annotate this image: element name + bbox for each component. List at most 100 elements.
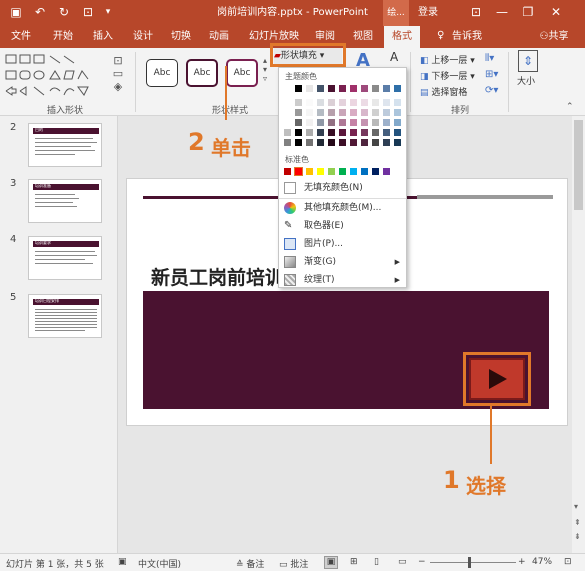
theme-color-swatch[interactable]	[393, 118, 402, 127]
more-fill-colors-item[interactable]: 其他填充颜色(M)...	[279, 199, 406, 217]
minimize-icon[interactable]: —	[494, 4, 510, 20]
theme-color-swatch[interactable]	[393, 128, 402, 137]
theme-color-swatch[interactable]	[360, 138, 369, 147]
shape-style-1[interactable]: Abc	[146, 59, 178, 87]
tab-design[interactable]: 设计	[128, 26, 158, 48]
theme-color-swatch[interactable]	[316, 84, 325, 93]
theme-color-swatch[interactable]	[393, 138, 402, 147]
theme-color-swatch[interactable]	[327, 98, 336, 107]
theme-color-swatch[interactable]	[294, 98, 303, 107]
theme-color-swatch[interactable]	[327, 128, 336, 137]
theme-color-swatch[interactable]	[327, 138, 336, 147]
theme-color-swatch[interactable]	[371, 118, 380, 127]
theme-color-swatch[interactable]	[393, 108, 402, 117]
slide-thumbnail-2[interactable]: 目的	[28, 123, 102, 167]
restore-icon[interactable]: ❐	[520, 4, 536, 20]
theme-color-swatch[interactable]	[382, 128, 391, 137]
tab-format[interactable]: 格式	[384, 26, 420, 48]
close-icon[interactable]: ✕	[548, 4, 564, 20]
theme-color-swatch[interactable]	[305, 108, 314, 117]
zoom-slider-track[interactable]	[430, 562, 516, 563]
language-indicator[interactable]: 中文(中国)	[138, 557, 181, 570]
theme-color-swatch[interactable]	[371, 98, 380, 107]
theme-color-swatch[interactable]	[316, 118, 325, 127]
theme-color-swatch[interactable]	[393, 98, 402, 107]
share-button[interactable]: ⚇共享	[530, 29, 578, 45]
standard-color-swatch[interactable]	[294, 167, 303, 176]
theme-color-swatch[interactable]	[360, 84, 369, 93]
tab-file[interactable]: 文件	[6, 26, 36, 48]
slide-thumbnail-4[interactable]: 培训要求	[28, 236, 102, 280]
tab-view[interactable]: 视图	[348, 26, 378, 48]
shapes-gallery[interactable]	[4, 52, 100, 100]
save-icon[interactable]: ▣	[8, 4, 24, 20]
texture-fill-item[interactable]: 纹理(T) ▶	[279, 271, 406, 289]
theme-color-swatch[interactable]	[371, 138, 380, 147]
eyedropper-item[interactable]: ✎ 取色器(E)	[279, 217, 406, 235]
theme-color-swatch[interactable]	[349, 108, 358, 117]
group-icon[interactable]: ⊞▾	[485, 69, 498, 80]
theme-color-swatch[interactable]	[338, 84, 347, 93]
shape-style-3[interactable]: Abc	[226, 59, 258, 87]
send-backward-button[interactable]: ◨ 下移一层 ▾	[420, 69, 475, 82]
theme-color-swatch[interactable]	[327, 118, 336, 127]
theme-color-swatch[interactable]	[338, 98, 347, 107]
theme-color-swatch[interactable]	[338, 118, 347, 127]
prev-slide-icon[interactable]: ⇞	[574, 518, 581, 527]
theme-color-swatch[interactable]	[338, 128, 347, 137]
ribbon-display-icon[interactable]: ⊡	[468, 4, 484, 20]
login-link[interactable]: 登录	[418, 0, 438, 26]
theme-color-swatch[interactable]	[305, 118, 314, 127]
theme-color-swatch[interactable]	[382, 108, 391, 117]
tab-transitions[interactable]: 切换	[166, 26, 196, 48]
theme-color-swatch[interactable]	[294, 84, 303, 93]
tab-insert[interactable]: 插入	[88, 26, 118, 48]
theme-color-swatch[interactable]	[294, 138, 303, 147]
standard-color-swatch[interactable]	[360, 167, 369, 176]
zoom-in-icon[interactable]: +	[518, 557, 526, 567]
gradient-fill-item[interactable]: 渐变(G) ▶	[279, 253, 406, 271]
theme-color-swatch[interactable]	[283, 98, 292, 107]
vertical-scrollbar[interactable]: ▾ ⇞ ⇟	[572, 116, 585, 553]
theme-color-swatch[interactable]	[338, 138, 347, 147]
standard-color-swatch[interactable]	[283, 167, 292, 176]
theme-color-swatch[interactable]	[382, 98, 391, 107]
tab-home[interactable]: 开始	[48, 26, 78, 48]
standard-color-swatch[interactable]	[382, 167, 391, 176]
theme-color-swatch[interactable]	[371, 108, 380, 117]
theme-color-swatch[interactable]	[349, 118, 358, 127]
shape-style-2[interactable]: Abc	[186, 59, 218, 87]
zoom-slider-thumb[interactable]	[468, 557, 471, 568]
collapse-ribbon-icon[interactable]: ⌃	[566, 102, 574, 112]
slideshow-view-icon[interactable]: ▭	[398, 557, 407, 567]
notes-button[interactable]: ≙ 备注	[236, 557, 264, 570]
theme-color-swatch[interactable]	[283, 108, 292, 117]
slide-sorter-icon[interactable]: ⊞	[350, 557, 358, 567]
theme-color-swatch[interactable]	[360, 118, 369, 127]
theme-color-swatch[interactable]	[371, 84, 380, 93]
gallery-more-icon[interactable]: ▴ ▾ ▿	[263, 56, 267, 83]
redo-icon[interactable]: ↻	[56, 4, 72, 20]
slide-title[interactable]: 新员工岗前培训	[151, 263, 284, 290]
standard-color-swatch[interactable]	[349, 167, 358, 176]
play-button-shape[interactable]	[469, 358, 525, 400]
start-slideshow-icon[interactable]: ⊡	[80, 4, 96, 20]
theme-color-swatch[interactable]	[349, 138, 358, 147]
theme-color-swatch[interactable]	[283, 138, 292, 147]
tab-animations[interactable]: 动画	[204, 26, 234, 48]
scroll-down-icon[interactable]: ▾	[574, 502, 578, 511]
theme-color-swatch[interactable]	[283, 128, 292, 137]
theme-color-swatch[interactable]	[327, 84, 336, 93]
theme-color-swatch[interactable]	[316, 138, 325, 147]
reading-view-icon[interactable]: ▯	[374, 557, 379, 567]
theme-color-swatch[interactable]	[349, 84, 358, 93]
align-icon[interactable]: ⫴▾	[485, 53, 494, 64]
theme-color-swatch[interactable]	[338, 108, 347, 117]
standard-color-swatch[interactable]	[371, 167, 380, 176]
selection-pane-button[interactable]: ▤ 选择窗格	[420, 85, 467, 98]
theme-color-swatch[interactable]	[316, 108, 325, 117]
size-icon[interactable]: ⇕	[518, 50, 538, 72]
next-slide-icon[interactable]: ⇟	[574, 532, 581, 541]
theme-color-swatch[interactable]	[305, 84, 314, 93]
theme-color-swatch[interactable]	[294, 118, 303, 127]
